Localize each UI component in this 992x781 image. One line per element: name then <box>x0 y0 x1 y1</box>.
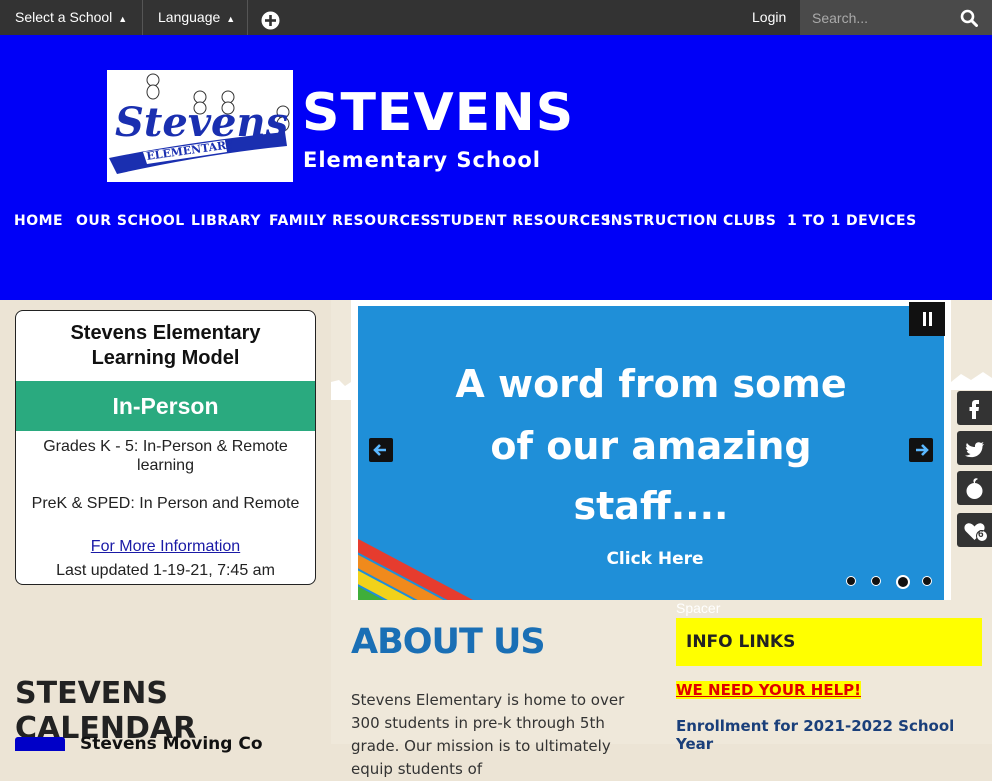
arrow-right-icon <box>916 444 929 456</box>
select-school-dropdown[interactable]: Select a School ▲︎ <box>15 0 127 35</box>
notification-count: 6 <box>978 529 984 540</box>
slide-dot-3-active[interactable] <box>896 575 910 589</box>
top-utility-bar: Select a School ▲︎ Language ▲︎ Login <box>0 0 992 35</box>
prek-text: PreK & SPED: In Person and Remote <box>31 495 300 512</box>
previous-slide-button[interactable] <box>369 438 393 462</box>
site-title[interactable]: STEVENS <box>302 83 574 143</box>
slide-line2: of our amazing <box>490 424 812 468</box>
peach-icon <box>966 478 983 499</box>
about-text: Stevens Elementary is home to over 300 s… <box>351 691 625 778</box>
nav-library[interactable]: LIBRARY <box>191 213 261 229</box>
search-icon[interactable] <box>960 9 978 27</box>
slide-cta[interactable]: Click Here <box>362 549 944 569</box>
favorites-button[interactable]: 6 <box>957 513 992 547</box>
grades-text: Grades K - 5: In-Person & Remote learnin… <box>43 438 288 474</box>
site-header: Stevens ELEMENTARY STEVENS Elementary Sc… <box>0 35 992 300</box>
about-title: ABOUT US <box>351 622 546 662</box>
last-updated-text: Last updated 1-19-21, 7:45 am <box>56 562 275 579</box>
info-links-header: INFO LINKS <box>676 618 982 666</box>
site-subtitle: Elementary School <box>303 148 542 172</box>
up-down-caret-icon: ▲︎ <box>226 14 236 24</box>
calendar-date-badge[interactable] <box>15 737 65 751</box>
slide-line1: A word from some <box>455 362 847 406</box>
next-slide-button[interactable] <box>909 438 933 462</box>
spacer-label: Spacer <box>676 600 721 616</box>
nav-student-resources[interactable]: STUDENT RESOURCES <box>430 213 611 229</box>
divider <box>142 0 143 35</box>
slide-image[interactable]: A word from some of our amazing staff...… <box>358 306 944 600</box>
twitter-icon <box>965 442 984 458</box>
divider <box>247 0 248 35</box>
calendar-event-title[interactable]: Stevens Moving Co <box>80 734 263 754</box>
nav-home[interactable]: HOME <box>14 213 63 229</box>
nav-family-resources[interactable]: FAMILY RESOURCES <box>269 213 431 229</box>
pause-button[interactable] <box>909 302 945 336</box>
more-information-link[interactable]: For More Information <box>91 538 240 555</box>
learning-model-title-line2: Learning Model <box>91 347 240 369</box>
facebook-icon <box>969 400 979 419</box>
plus-circle-icon[interactable] <box>261 8 280 30</box>
learning-model-title-line1: Stevens Elementary <box>70 322 261 344</box>
slide-dot-1[interactable] <box>846 576 856 586</box>
up-down-caret-icon: ▲︎ <box>118 14 128 24</box>
learning-model-card: Stevens Elementary Learning Model In-Per… <box>15 310 316 585</box>
learning-model-title: Stevens Elementary Learning Model <box>16 321 315 371</box>
slide-dot-2[interactable] <box>871 576 881 586</box>
slide-line3: staff.... <box>573 484 729 528</box>
login-link[interactable]: Login <box>752 0 786 35</box>
language-label: Language <box>158 9 221 25</box>
enrollment-link[interactable]: Enrollment for 2021-2022 School Year <box>676 717 992 753</box>
nav-clubs[interactable]: CLUBS <box>723 213 776 229</box>
we-need-your-help-link[interactable]: WE NEED YOUR HELP! <box>676 681 861 699</box>
select-school-label: Select a School <box>15 9 113 25</box>
twitter-button[interactable] <box>957 431 992 465</box>
info-links-title: INFO LINKS <box>686 632 796 652</box>
school-logo[interactable]: Stevens ELEMENTARY <box>107 70 293 182</box>
left-sidebar: Stevens Elementary Learning Model In-Per… <box>0 300 331 754</box>
search-input[interactable] <box>810 7 954 29</box>
language-dropdown[interactable]: Language ▲︎ <box>158 0 235 35</box>
peachjar-button[interactable] <box>957 471 992 505</box>
pause-icon <box>923 312 932 326</box>
search-box <box>800 0 992 35</box>
nav-1-to-1-devices[interactable]: 1 TO 1 DEVICES <box>787 213 917 229</box>
learning-model-status: In-Person <box>16 381 315 431</box>
nav-our-school[interactable]: OUR SCHOOL <box>76 213 185 229</box>
heart-icon <box>964 523 988 542</box>
facebook-button[interactable] <box>957 391 992 425</box>
slide-dot-4[interactable] <box>922 576 932 586</box>
nav-instruction[interactable]: INSTRUCTION <box>605 213 718 229</box>
arrow-left-icon <box>373 444 386 456</box>
